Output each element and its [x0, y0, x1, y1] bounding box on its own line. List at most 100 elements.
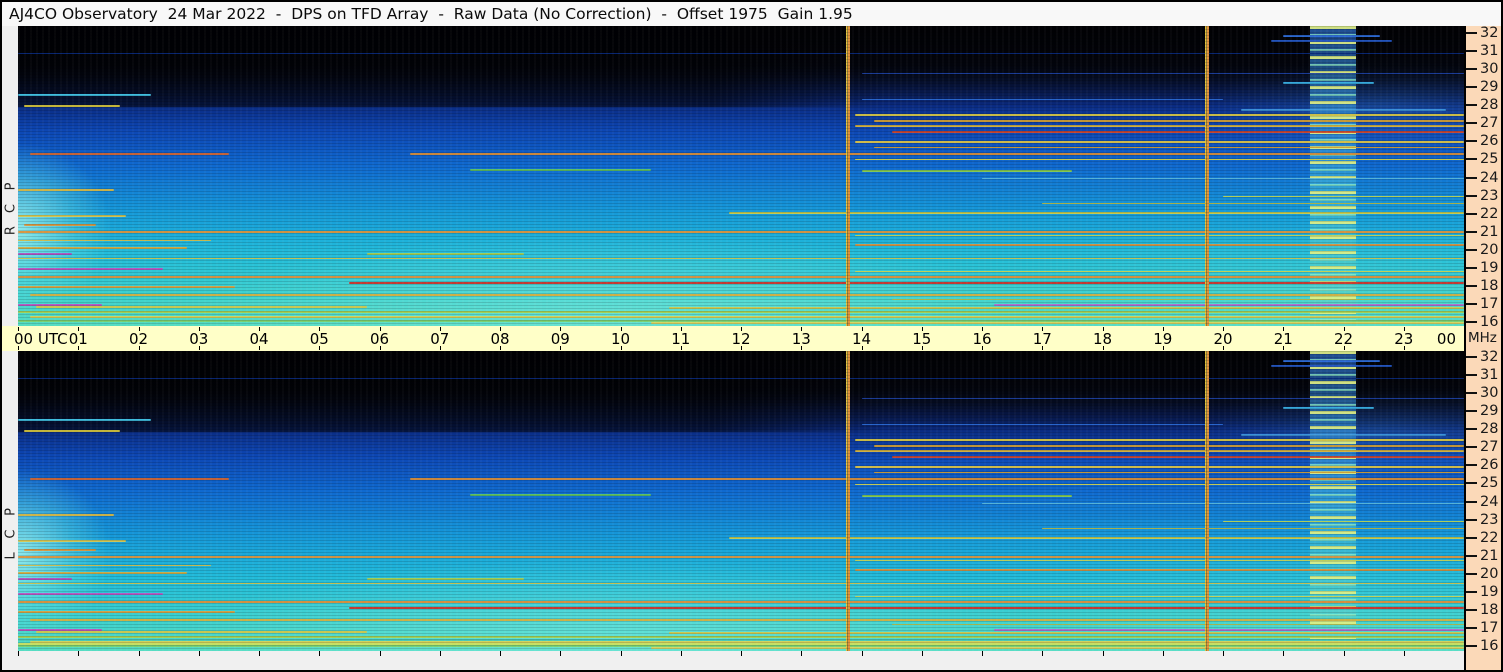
- rfi-line: [873, 120, 1464, 122]
- hour-tick: [198, 651, 200, 656]
- frequency-tick-label: 18: [1480, 601, 1499, 618]
- frequency-tick-dash: [1466, 248, 1477, 251]
- hour-label: 11: [671, 329, 691, 348]
- hour-tick: [500, 651, 501, 656]
- frequency-tick-dash: [1466, 230, 1477, 233]
- frequency-tick: 20: [1466, 566, 1498, 582]
- frequency-tick-dash: [1466, 68, 1477, 71]
- frequency-tick-label: 17: [1480, 619, 1499, 636]
- frequency-tick-dash: [1466, 176, 1477, 179]
- hour-label: 05: [309, 329, 329, 348]
- rcp-panel-label: RCP: [3, 168, 19, 236]
- frequency-tick-dash: [1466, 464, 1477, 467]
- high-frequency-dark-region: [18, 351, 1464, 432]
- frequency-tick: 22: [1466, 206, 1498, 222]
- hour-tick: [1162, 651, 1164, 656]
- frequency-tick: 25: [1466, 151, 1498, 167]
- rfi-line: [855, 596, 1464, 597]
- frequency-tick: 27: [1466, 115, 1498, 131]
- rfi-line: [24, 224, 97, 226]
- frequency-tick: 26: [1466, 457, 1498, 473]
- rfi-line: [855, 159, 1464, 160]
- frequency-tick-dash: [1466, 302, 1477, 305]
- rfi-line: [18, 253, 73, 255]
- hour-label: 10: [610, 329, 631, 348]
- hour-tick: [1403, 651, 1405, 656]
- frequency-tick: 20: [1466, 242, 1498, 258]
- hour-label: 17: [1032, 329, 1052, 348]
- hour-tick: [680, 651, 682, 656]
- frequency-tick-label: 31: [1480, 43, 1499, 60]
- rfi-line: [994, 629, 1464, 631]
- rfi-line: [18, 311, 1464, 313]
- frequency-tick-label: 25: [1480, 475, 1499, 492]
- frequency-tick-dash: [1466, 428, 1477, 431]
- rfi-line: [18, 556, 1464, 558]
- rfi-line: [469, 169, 651, 171]
- frequency-tick-label: 30: [1480, 61, 1499, 78]
- rfi-line: [18, 419, 151, 421]
- rfi-line: [1283, 360, 1380, 362]
- frequency-tick-dash: [1466, 554, 1477, 557]
- frequency-tick-dash: [1466, 50, 1477, 53]
- rfi-line: [18, 601, 1464, 603]
- rfi-line: [873, 445, 1464, 447]
- hour-label: 04: [249, 329, 269, 348]
- frequency-tick: 28: [1466, 97, 1498, 113]
- rfi-line: [409, 153, 1464, 155]
- frequency-tick-label: 32: [1480, 25, 1499, 41]
- frequency-tick: 21: [1466, 224, 1498, 240]
- hour-label: 22: [1333, 329, 1354, 348]
- transit-marker: [1204, 26, 1209, 326]
- rfi-line: [18, 636, 1464, 638]
- hour-label: 09: [550, 329, 570, 348]
- frequency-tick: 17: [1466, 296, 1498, 312]
- hour-label: 23: [1394, 329, 1414, 348]
- frequency-tick-dash: [1466, 284, 1477, 287]
- frequency-tick: 32: [1466, 25, 1498, 41]
- rfi-line: [891, 299, 1464, 300]
- hour-label: 16: [972, 329, 992, 348]
- frequency-tick-dash: [1466, 626, 1477, 629]
- rfi-line: [861, 170, 1073, 172]
- hour-tick: [620, 651, 622, 656]
- rfi-line: [18, 247, 187, 249]
- frequency-tick-label: 16: [1480, 638, 1499, 654]
- rfi-line: [861, 495, 1073, 497]
- rfi-line: [1283, 82, 1374, 84]
- rfi-line: [728, 212, 1464, 214]
- frequency-tick-dash: [1466, 194, 1477, 197]
- frequency-gutter: 32 31 30 29 28 27 26 25 24 23 22 21 20 19 18 17 16 MHz 3…: [1464, 25, 1501, 670]
- frequency-tick-dash: [1466, 608, 1477, 611]
- rfi-line: [469, 494, 651, 496]
- transit-marker: [846, 351, 851, 651]
- frequency-tick-label: 30: [1480, 385, 1499, 402]
- frequency-tick-dash: [1466, 410, 1477, 413]
- frequency-tick-label: 27: [1480, 439, 1499, 456]
- frequency-tick-label: 31: [1480, 367, 1499, 384]
- rfi-line: [861, 73, 1464, 74]
- frequency-tick-dash: [1466, 500, 1477, 503]
- hour-tick: [138, 651, 140, 656]
- hour-label: 19: [1153, 329, 1173, 348]
- rfi-line: [855, 560, 1464, 561]
- hour-label: 02: [128, 329, 149, 348]
- rfi-line: [1241, 434, 1446, 436]
- frequency-tick-dash: [1466, 158, 1477, 161]
- transit-marker: [1204, 351, 1209, 651]
- frequency-scale-lcp: 32 31 30 29 28 27 26 25 24 23 22 21 20 19 18 17 16: [1466, 349, 1501, 654]
- frequency-tick: 21: [1466, 548, 1498, 564]
- rfi-line: [30, 478, 229, 480]
- frequency-tick: 23: [1466, 512, 1498, 528]
- rfi-line: [855, 244, 1464, 246]
- rfi-line: [18, 565, 211, 566]
- rfi-line: [873, 472, 1464, 473]
- bottom-tick-strip: [2, 651, 1465, 670]
- hour-label: 06: [369, 329, 390, 348]
- rfi-line: [855, 141, 1464, 143]
- rfi-line: [24, 105, 121, 107]
- frequency-tick-label: 28: [1480, 421, 1499, 438]
- frequency-tick-label: 19: [1480, 583, 1499, 600]
- rfi-line: [873, 147, 1464, 148]
- hour-label: 21: [1273, 329, 1293, 348]
